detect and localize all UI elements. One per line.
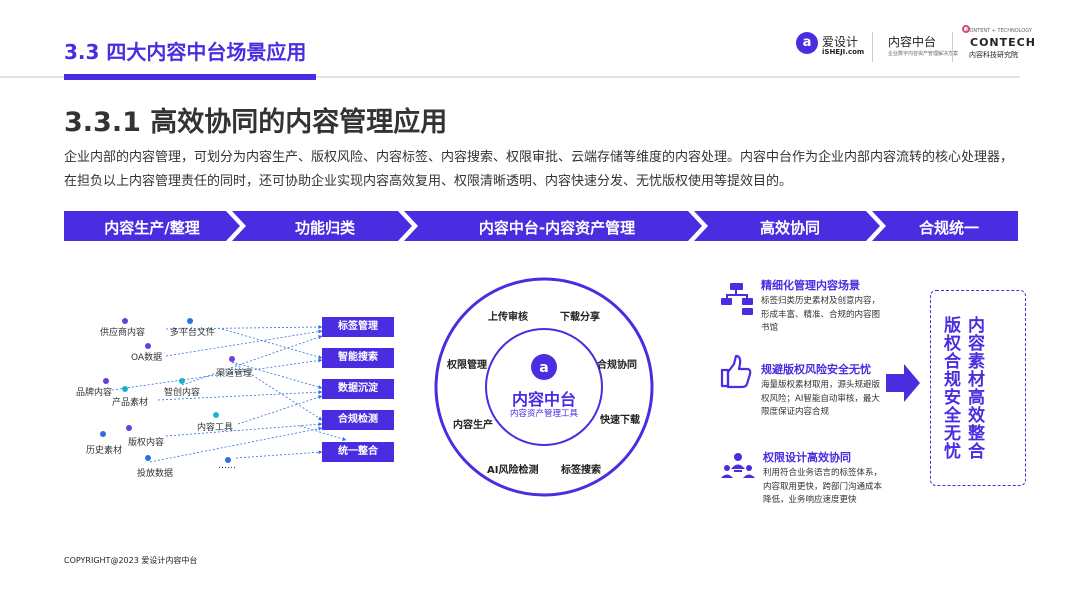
source-dot [145, 343, 151, 349]
source-history: 历史素材 [86, 446, 123, 456]
benefit-title-permission-collab: 权限设计高效协同 [763, 451, 851, 464]
outcome-arrow [886, 364, 920, 402]
tag-unified-integration: 统一整合 [322, 442, 394, 462]
ring-fast-download: 快速下载 [600, 415, 640, 426]
source-content-tools: 内容工具 [197, 423, 234, 433]
thumbs-up-icon [720, 354, 752, 389]
benefit-title-copyright-safe: 规避版权风险安全无忧 [761, 363, 871, 376]
source-dot [103, 378, 109, 384]
source-channel: 渠道管理 [216, 369, 253, 379]
connector-line [165, 422, 323, 437]
tag-data-accumulation: 数据沉淀 [322, 379, 394, 399]
sitemap-icon [721, 283, 753, 315]
source-dot [187, 318, 193, 324]
step-compliance: 合规统一 [918, 219, 979, 237]
source-oa: OA数据 [131, 353, 163, 363]
connector-line [235, 450, 323, 459]
benefit-desc-fine-management: 标签归类历史素材及创意内容，形成丰富、精准、合规的内容图书馆 [761, 296, 881, 333]
source-dot [229, 356, 235, 362]
connector-line [237, 395, 323, 425]
ring-download-share: 下载分享 [560, 312, 600, 323]
tag-label-management: 标签管理 [322, 317, 394, 337]
outcome-efficient-integration: 内容素材高效整合 [964, 316, 984, 460]
outcome-copyright-compliance: 版权合规安全无忧 [940, 316, 960, 460]
source-dot [213, 412, 219, 418]
source-brand: 品牌内容 [76, 388, 113, 398]
source-supplier: 供应商内容 [100, 328, 146, 338]
connector-line [149, 426, 323, 463]
hub-subtitle: 内容资产管理工具 [509, 409, 578, 419]
step-collaboration: 高效协同 [759, 219, 820, 237]
benefit-desc-permission-collab: 利用符合业务语言的标签体系，内容取用更快，跨部门沟通成本降低，业务响应速度更快 [763, 468, 883, 505]
ring-upload-review: 上传审核 [488, 312, 528, 323]
ring-ai-risk: AI风险检测 [487, 465, 539, 476]
source-ad-data: 投放数据 [137, 469, 174, 479]
diagram-graphics: a [64, 211, 1018, 497]
step-asset-management: 内容中台-内容资产管理 [478, 219, 636, 237]
source-dot [122, 386, 128, 392]
step-produce-organize: 内容生产/整理 [104, 219, 200, 237]
team-icon [721, 453, 755, 478]
ring-content-production: 内容生产 [453, 420, 493, 431]
source-ellipsis: …… [218, 461, 236, 471]
source-dot [145, 455, 151, 461]
footer-copyright: COPYRIGHT@2023 爱设计内容中台 [64, 556, 198, 565]
connector-line [221, 328, 323, 359]
source-dot [126, 425, 132, 431]
source-dot [100, 431, 106, 437]
step-categorize: 功能归类 [294, 219, 355, 237]
ring-compliance-collab: 合规协同 [597, 360, 637, 371]
benefit-title-fine-management: 精细化管理内容场景 [761, 279, 860, 292]
source-multi-platform: 多平台文件 [170, 328, 216, 338]
svg-text:a: a [539, 360, 548, 376]
ring-tag-search: 标签搜索 [561, 465, 601, 476]
source-copyright: 版权内容 [128, 438, 165, 448]
source-smart-creative: 智创内容 [164, 388, 201, 398]
ring-permission: 权限管理 [447, 360, 487, 371]
source-dot [179, 378, 185, 384]
source-dot [122, 318, 128, 324]
tag-smart-search: 智能搜索 [322, 348, 394, 368]
source-product: 产品素材 [112, 398, 149, 408]
tag-compliance-check: 合规检测 [322, 410, 394, 430]
benefit-desc-copyright-safe: 海量版权素材取用，源头规避版权风险；AI智能自动审核，最大限度保证内容合规 [761, 380, 881, 417]
